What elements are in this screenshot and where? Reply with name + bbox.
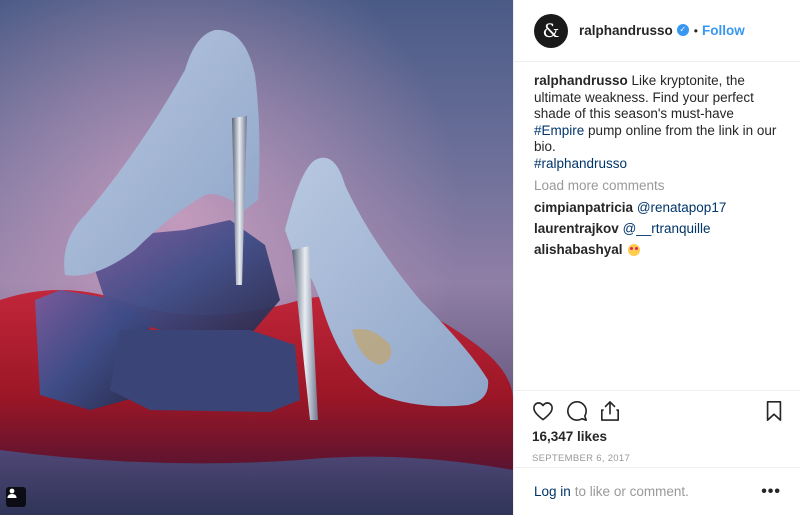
post-image[interactable] xyxy=(0,0,513,515)
share-button[interactable] xyxy=(600,400,620,422)
comment-username[interactable]: alishabashyal xyxy=(534,242,623,257)
user-tag-button[interactable] xyxy=(6,487,26,507)
avatar[interactable]: & xyxy=(534,13,568,48)
more-options-icon[interactable]: ••• xyxy=(761,483,781,501)
comment-username[interactable]: cimpianpatricia xyxy=(534,200,633,215)
comment-mention-link[interactable]: @renatapop17 xyxy=(637,200,727,215)
user-tag-icon xyxy=(7,488,17,498)
comments-section: ralphandrusso Like kryptonite, the ultim… xyxy=(514,62,800,390)
heart-eyes-emoji-icon xyxy=(628,244,641,256)
account-username[interactable]: ralphandrusso xyxy=(579,23,673,38)
header-separator: • xyxy=(693,23,698,38)
comment-item: laurentrajkov @__rtranquille xyxy=(534,220,780,238)
verified-badge-icon: ✓ xyxy=(676,23,689,36)
comment-username[interactable]: laurentrajkov xyxy=(534,221,619,236)
comment-item: alishabashyal xyxy=(534,241,780,259)
hashtag-empire-link[interactable]: #Empire xyxy=(534,123,584,138)
post-caption: ralphandrusso Like kryptonite, the ultim… xyxy=(534,73,780,172)
login-link[interactable]: Log in xyxy=(534,484,571,499)
login-footer: Log in to like or comment. ••• xyxy=(514,467,800,515)
load-more-comments-button[interactable]: Load more comments xyxy=(534,178,780,193)
comment-item: cimpianpatricia @renatapop17 xyxy=(534,199,780,217)
avatar-glyph: & xyxy=(542,19,560,42)
comment-mention-link[interactable]: @__rtranquille xyxy=(623,221,711,236)
post-sidebar: & ralphandrusso ✓ • Follow ralphandrusso… xyxy=(513,0,800,515)
shoe-photo-illustration xyxy=(0,0,513,515)
caption-username[interactable]: ralphandrusso xyxy=(534,73,628,88)
comment-button[interactable] xyxy=(566,400,588,422)
bookmark-icon xyxy=(766,401,782,421)
follow-button[interactable]: Follow xyxy=(702,23,745,38)
post-actions: 16,347 likes SEPTEMBER 6, 2017 xyxy=(514,390,800,467)
hashtag-ralphandrusso-link[interactable]: #ralphandrusso xyxy=(534,156,627,171)
save-button[interactable] xyxy=(765,400,783,422)
comment-icon xyxy=(567,401,587,421)
share-icon xyxy=(601,401,619,421)
likes-count[interactable]: 16,347 likes xyxy=(532,429,783,444)
post-date: SEPTEMBER 6, 2017 xyxy=(532,453,631,464)
action-icon-row xyxy=(532,400,783,422)
post-header: & ralphandrusso ✓ • Follow xyxy=(514,0,800,62)
login-prompt-text: to like or comment. xyxy=(574,484,689,499)
heart-icon xyxy=(533,402,553,421)
like-button[interactable] xyxy=(532,401,554,421)
